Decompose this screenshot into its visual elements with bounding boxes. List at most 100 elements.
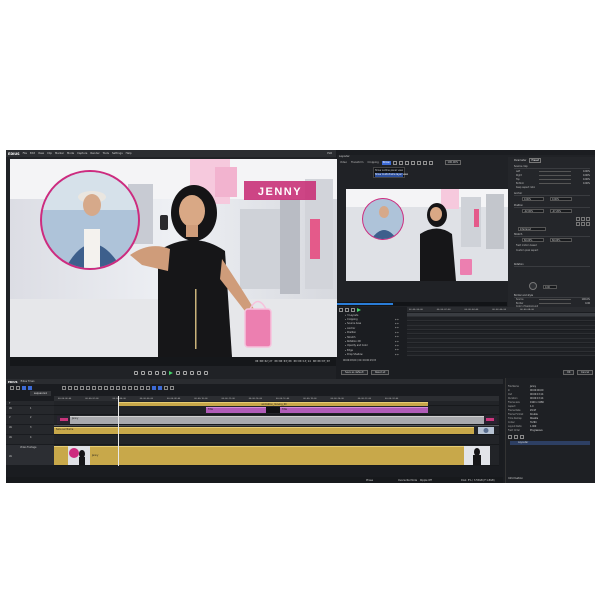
zoom-tool-icon[interactable]: [398, 160, 403, 165]
save-icon[interactable]: [22, 386, 26, 390]
track-row-3va[interactable]: Sans ser Name: [54, 426, 499, 435]
play-icon[interactable]: [169, 370, 173, 375]
open-icon[interactable]: [16, 386, 20, 390]
loop-icon[interactable]: [190, 370, 194, 375]
sync-icon[interactable]: [122, 386, 126, 390]
ok-button[interactable]: OK: [563, 370, 575, 375]
cut-icon[interactable]: [74, 386, 78, 390]
rotation-dial[interactable]: [529, 282, 537, 290]
set-out-icon[interactable]: [141, 370, 145, 375]
sequence-tab[interactable]: sequence1: [30, 391, 52, 396]
mode-b-icon[interactable]: [158, 386, 162, 390]
kf-lane[interactable]: [407, 330, 595, 335]
mixer-icon[interactable]: [146, 386, 150, 390]
rotation-field[interactable]: 0.00: [543, 285, 557, 289]
tab-show[interactable]: Show: [381, 160, 391, 165]
menu-item-clip[interactable]: Clip: [47, 152, 52, 155]
new-sequence-icon[interactable]: [10, 386, 14, 390]
clip-jenny-v2[interactable]: Jenny: [70, 416, 484, 424]
kf-lane[interactable]: [407, 335, 595, 339]
copy-icon[interactable]: [80, 386, 84, 390]
clip-name-title[interactable]: Sans ser Name: [54, 427, 474, 434]
track-row-2v[interactable]: Jenny: [54, 415, 499, 425]
track-row-4va[interactable]: [54, 435, 499, 445]
insert-icon[interactable]: [197, 370, 201, 375]
section-position[interactable]: Position: [514, 204, 590, 208]
kf-lane[interactable]: [407, 321, 595, 326]
fit-icon[interactable]: [170, 386, 174, 390]
tab-video[interactable]: Video: [339, 161, 348, 165]
stretch-y-field[interactable]: 60.00%: [550, 238, 572, 242]
add-keyframe-icon[interactable]: [339, 307, 343, 312]
track-header-4va[interactable]: VA 4: [6, 435, 54, 445]
step-forward-icon[interactable]: [176, 370, 180, 375]
menu-item-capture[interactable]: Capture: [77, 152, 87, 155]
clip-jenny-footage[interactable]: Jenny: [54, 446, 464, 465]
info-down-icon[interactable]: [520, 435, 524, 439]
align-top-icon[interactable]: [581, 217, 585, 221]
timeline-playhead[interactable]: [118, 396, 119, 466]
cancel-button[interactable]: Cancel: [577, 370, 594, 375]
main-preview-video[interactable]: JENNY: [10, 159, 339, 357]
clip-animation[interactable]: animation_moving_00: [118, 401, 428, 406]
menu-item-tools[interactable]: Tools: [103, 152, 109, 155]
undo-icon[interactable]: [416, 160, 421, 165]
snap-icon[interactable]: [116, 386, 120, 390]
kf-lane[interactable]: [407, 339, 595, 344]
ripple-delete-icon[interactable]: [98, 386, 102, 390]
kf-lane[interactable]: [407, 343, 595, 348]
link-icon[interactable]: [110, 386, 114, 390]
window-mode-label[interactable]: PLR: [327, 152, 332, 155]
zoom-icon[interactable]: [164, 386, 168, 390]
keep-aspect-checkbox[interactable]: Keep aspect ratio: [516, 186, 590, 190]
menu-item-edit[interactable]: Edit: [30, 152, 35, 155]
track-header-1va[interactable]: VA 1: [6, 406, 54, 415]
zoom-select[interactable]: 100.00%: [444, 160, 462, 165]
align-left-icon[interactable]: [576, 222, 580, 226]
dropdown-item-multiframe[interactable]: Show multi-frame layer view: [375, 172, 408, 177]
track-header-3va[interactable]: VA 3: [6, 425, 54, 435]
stop-icon[interactable]: [148, 370, 152, 375]
section-source-crop[interactable]: Source crop: [514, 165, 590, 169]
position-x-field[interactable]: -22.00%: [522, 209, 544, 213]
menu-item-marker[interactable]: Marker: [55, 152, 64, 155]
redo-icon[interactable]: [422, 160, 427, 165]
step-back-icon[interactable]: [162, 370, 166, 375]
section-anchor[interactable]: Anchor: [514, 192, 590, 196]
layouter-play-icon[interactable]: [357, 307, 361, 312]
prev-keyframe-icon[interactable]: [345, 307, 349, 312]
section-rotation[interactable]: Rotation: [514, 263, 590, 267]
align-top-right-icon[interactable]: [586, 217, 590, 221]
info-delete-icon[interactable]: [508, 435, 512, 439]
track-header-footage[interactable]: Video Footage VA: [6, 445, 54, 466]
transform-mode-select[interactable]: Interlaced: [518, 227, 546, 231]
redo-icon[interactable]: [68, 386, 72, 390]
align-right-icon[interactable]: [586, 222, 590, 226]
split-icon[interactable]: [104, 386, 108, 390]
tab-parameter[interactable]: Parameter: [514, 159, 526, 162]
align-center-icon[interactable]: [581, 222, 585, 226]
anchor-x-field[interactable]: 0.00%: [522, 197, 544, 201]
info-filter-item[interactable]: Layouter: [510, 441, 590, 445]
next-keyframe-icon[interactable]: [351, 307, 355, 312]
kf-item-drop-shadow[interactable]: ▸ Drop Shadow ◆ ◆: [345, 353, 405, 357]
track-header-2v[interactable]: V2: [6, 415, 54, 425]
reset-all-button[interactable]: Reset all: [371, 370, 390, 375]
save-default-button[interactable]: Save as default: [341, 370, 368, 375]
select-tool-icon[interactable]: [392, 160, 397, 165]
align-top-left-icon[interactable]: [576, 217, 580, 221]
fast-forward-icon[interactable]: [183, 370, 187, 375]
clip-title-b[interactable]: Title: [280, 407, 428, 413]
paste-icon[interactable]: [86, 386, 90, 390]
track-row-footage[interactable]: Jenny: [54, 445, 499, 466]
interlace-method-row[interactable]: Field motion based: [516, 244, 590, 248]
info-up-icon[interactable]: [514, 435, 518, 439]
set-in-icon[interactable]: [134, 370, 138, 375]
marker-icon[interactable]: [128, 386, 132, 390]
layouter-preview-video[interactable]: [346, 189, 509, 281]
delete-icon[interactable]: [92, 386, 96, 390]
kf-lane[interactable]: [407, 352, 595, 357]
fit-icon[interactable]: [428, 160, 433, 165]
stretch-x-field[interactable]: 60.00%: [522, 238, 544, 242]
tab-transform[interactable]: Transform: [350, 161, 364, 165]
